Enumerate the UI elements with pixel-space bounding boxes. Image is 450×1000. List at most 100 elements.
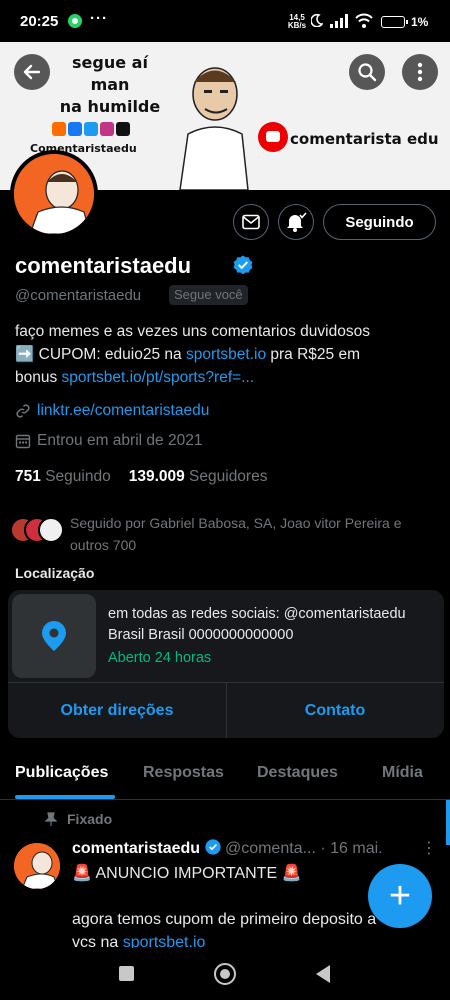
verified-badge-icon xyxy=(233,255,253,275)
map-pin-icon xyxy=(42,621,66,651)
do-not-disturb-icon xyxy=(311,14,323,27)
verified-badge-icon xyxy=(204,839,221,855)
instagram-icon xyxy=(100,122,114,136)
more-notifications-indicator: ··· xyxy=(90,10,108,27)
arrow-right-emoji: ➡️ xyxy=(15,346,35,363)
get-directions-button[interactable]: Obter direções xyxy=(8,683,226,738)
bio-line-1: faço memes e as vezes uns comentarios du… xyxy=(15,323,370,340)
calendar-icon xyxy=(15,434,31,449)
post-author-handle: @comenta... xyxy=(224,840,316,857)
tiktok-icon xyxy=(116,122,130,136)
envelope-icon xyxy=(242,214,260,230)
bio-line-3-start: bonus xyxy=(15,369,62,386)
opening-hours: Aberto 24 horas xyxy=(108,650,212,666)
post-header: comentaristaedu @comenta... · 16 mai. xyxy=(72,839,417,858)
tab-publicacoes[interactable]: Publicações xyxy=(15,764,108,782)
joined-date: Entrou em abril de 2021 xyxy=(37,432,203,449)
following-count: 751 xyxy=(15,468,41,485)
wifi-icon xyxy=(355,13,373,28)
post-more-icon[interactable]: ⋮ xyxy=(421,838,437,858)
status-time: 20:25 xyxy=(20,13,59,30)
scrollbar[interactable] xyxy=(446,800,450,845)
banner-youtube-label: comentarista edu xyxy=(290,130,439,148)
banner-slogan-line1: segue aí man xyxy=(72,53,148,94)
following-button[interactable]: Seguindo xyxy=(323,204,436,240)
bio-link-referral[interactable]: sportsbet.io/pt/sports?ref=... xyxy=(62,369,255,386)
followers-stat[interactable]: 139.009 Seguidores xyxy=(129,468,268,486)
arrow-left-icon xyxy=(23,64,41,80)
bio-after-link: pra R$25 em xyxy=(266,346,361,363)
followed-by-text: Seguido por Gabriel Babosa, SA, Joao vit… xyxy=(70,515,402,553)
active-tab-indicator xyxy=(15,795,115,799)
location-address: em todas as redes sociais: @comentarista… xyxy=(108,604,438,646)
post-line-2: agora temos cupom de primeiro deposito a xyxy=(72,911,377,928)
banner-slogan-line2: na humilde xyxy=(59,97,161,116)
following-stat[interactable]: 751 Seguindo xyxy=(15,468,111,486)
facebook-icon xyxy=(68,122,82,136)
tab-destaques[interactable]: Destaques xyxy=(257,764,338,782)
status-bar: 20:25 ··· 14,5 KB/s 1% xyxy=(0,0,450,42)
more-vertical-icon xyxy=(417,62,423,82)
pin-icon xyxy=(45,812,57,826)
banner-slogan: segue aí man na humilde xyxy=(50,52,170,118)
followed-by-row[interactable]: Seguido por Gabriel Babosa, SA, Joao vit… xyxy=(10,512,440,553)
search-icon xyxy=(358,63,377,82)
system-navigation-bar xyxy=(0,948,450,1000)
link-icon xyxy=(16,404,30,418)
more-options-button[interactable] xyxy=(402,54,438,90)
profile-handle: @comentaristaedu xyxy=(15,287,142,304)
network-speed: 14,5 KB/s xyxy=(287,14,307,30)
pinned-label: Fixado xyxy=(45,811,112,827)
follow-stats: 751 Seguindo 139.009 Seguidores xyxy=(15,468,267,486)
back-button[interactable] xyxy=(14,54,50,90)
profile-tabs: Publicações Respostas Destaques Mídia xyxy=(0,750,450,800)
avatar-illustration xyxy=(14,154,94,234)
youtube-icon xyxy=(258,122,288,152)
banner-social-icons xyxy=(52,122,130,136)
location-card[interactable]: em todas as redes sociais: @comentarista… xyxy=(8,590,444,738)
website-link[interactable]: linktr.ee/comentaristaedu xyxy=(37,402,209,420)
whatsapp-notification-icon xyxy=(68,14,82,28)
recent-apps-button[interactable] xyxy=(119,966,134,981)
home-button[interactable] xyxy=(214,963,236,985)
display-name: comentaristaedu xyxy=(15,253,192,278)
mutual-avatars xyxy=(10,517,68,545)
pinned-text: Fixado xyxy=(67,811,113,827)
map-thumbnail[interactable] xyxy=(12,594,96,678)
tab-midia[interactable]: Mídia xyxy=(382,764,423,782)
battery-icon xyxy=(381,16,408,28)
follows-you-badge: Segue você xyxy=(169,285,248,305)
post-author-avatar[interactable] xyxy=(14,843,60,889)
post-author-name[interactable]: comentaristaedu xyxy=(72,840,200,857)
search-button[interactable] xyxy=(349,54,385,90)
profile-bio: faço memes e as vezes uns comentarios du… xyxy=(15,320,440,389)
joined-row: Entrou em abril de 2021 xyxy=(15,432,202,450)
post-date: · 16 mai. xyxy=(320,840,383,857)
twitter-icon xyxy=(84,122,98,136)
followers-label: Seguidores xyxy=(189,468,268,485)
social-icon-1 xyxy=(52,122,66,136)
profile-avatar[interactable] xyxy=(10,150,98,238)
message-button[interactable] xyxy=(233,204,269,240)
website-row[interactable]: linktr.ee/comentaristaedu xyxy=(15,402,209,420)
bio-coupon-text: CUPOM: eduio25 na xyxy=(34,346,186,363)
mutual-avatar xyxy=(38,517,64,543)
notifications-button[interactable] xyxy=(278,204,314,240)
bio-link-sportsbet[interactable]: sportsbet.io xyxy=(186,346,266,363)
network-speed-unit: KB/s xyxy=(287,21,307,30)
address-line-1: em todas as redes sociais: @comentarista… xyxy=(108,606,406,622)
compose-post-button[interactable]: + xyxy=(368,864,432,928)
avatar-illustration xyxy=(14,843,60,889)
followers-count: 139.009 xyxy=(128,468,185,485)
bell-check-icon xyxy=(287,212,307,232)
banner-character-illustration xyxy=(179,67,249,190)
address-line-2: Brasil Brasil 0000000000000 xyxy=(108,627,294,643)
contact-button[interactable]: Contato xyxy=(226,683,444,738)
following-label: Seguindo xyxy=(45,468,111,485)
back-nav-button[interactable] xyxy=(316,965,330,983)
tab-respostas[interactable]: Respostas xyxy=(143,764,224,782)
battery-percent: 1% xyxy=(411,15,429,29)
post-line-1: 🚨 ANUNCIO IMPORTANTE 🚨 xyxy=(72,865,302,882)
signal-icon xyxy=(330,14,348,28)
location-heading: Localização xyxy=(15,565,95,581)
